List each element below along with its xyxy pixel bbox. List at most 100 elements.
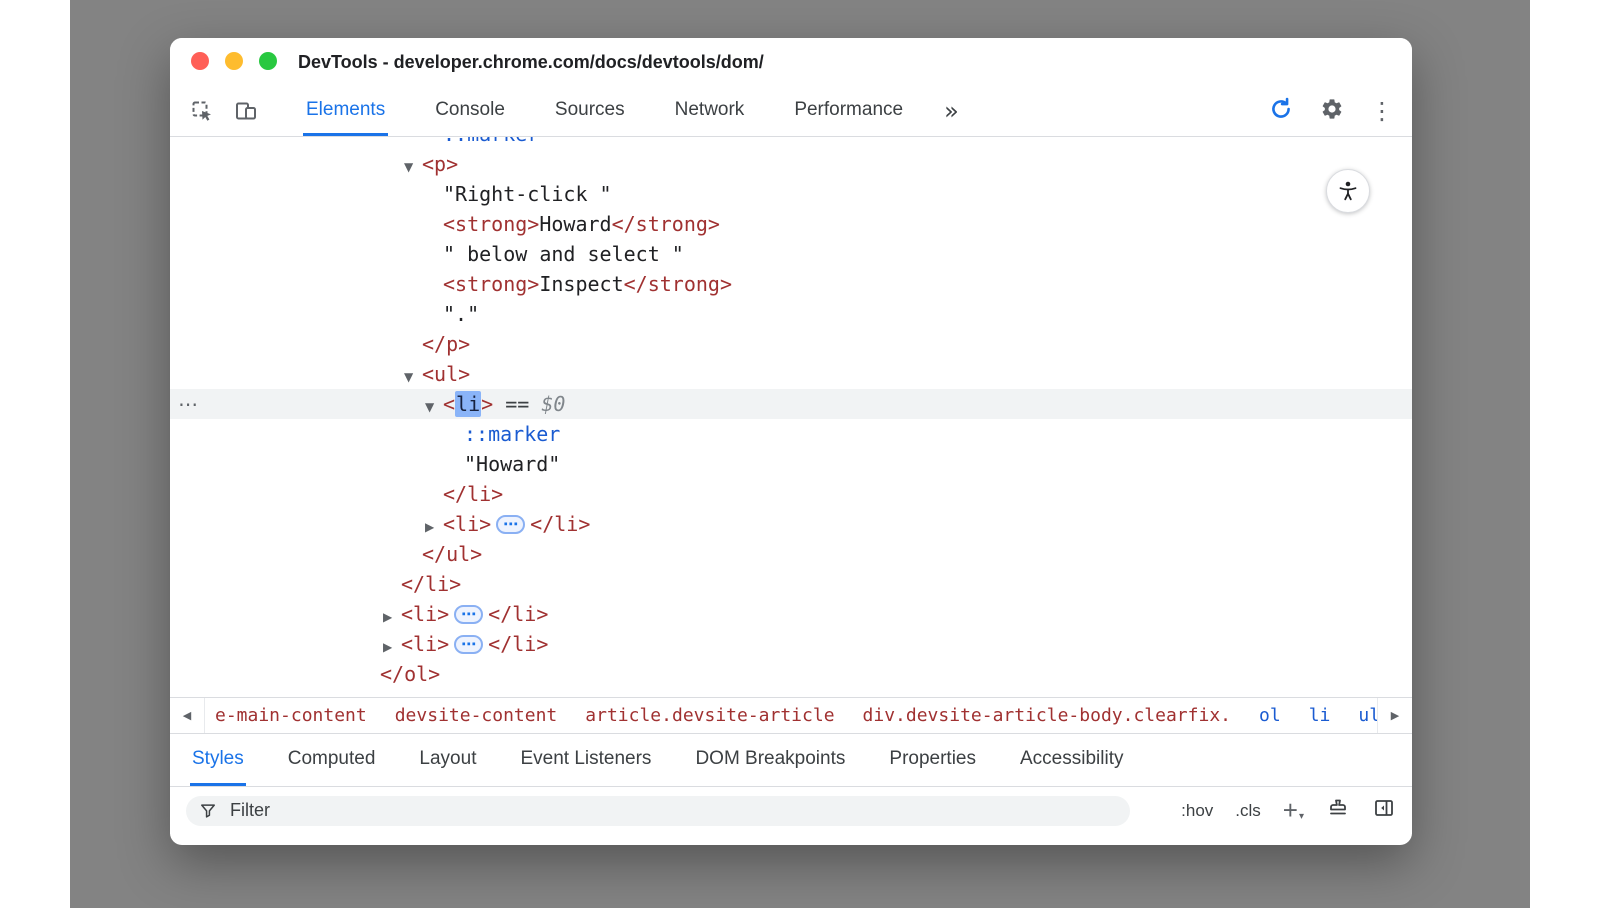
breadcrumb-bar: ◀ e-main-content devsite-content article.d… <box>170 697 1412 734</box>
breadcrumb-item[interactable]: article.devsite-article <box>585 705 834 726</box>
tree-row[interactable]: ▼<p> <box>170 149 1412 179</box>
breadcrumb-item[interactable]: li <box>1309 705 1331 726</box>
sidebar-tab-dom-breakpoints[interactable]: DOM Breakpoints <box>693 734 847 786</box>
breadcrumb-prev-button[interactable]: ◀ <box>170 698 205 733</box>
breadcrumb-item[interactable]: ul <box>1358 705 1377 726</box>
collapse-arrow-icon[interactable]: ▶ <box>383 602 401 632</box>
tree-row[interactable]: ::marker <box>170 419 1412 449</box>
chevron-left-icon: ◀ <box>183 709 191 722</box>
more-actions-icon[interactable]: ⋯ <box>178 389 198 419</box>
sidebar-tab-layout[interactable]: Layout <box>417 734 478 786</box>
tree-row[interactable]: ⋯▼<li> == $0 <box>170 389 1412 419</box>
breadcrumb-item[interactable]: div.devsite-article-body.clearfix. <box>863 705 1231 726</box>
breadcrumb-item[interactable]: e-main-content <box>215 705 367 726</box>
settings-button[interactable] <box>1320 97 1344 126</box>
kebab-menu-icon[interactable]: ⋮ <box>1370 99 1394 123</box>
tree-node-text: </p> <box>422 332 470 356</box>
breadcrumb-next-button[interactable]: ▶ <box>1377 698 1412 733</box>
sidebar-tab-event-listeners[interactable]: Event Listeners <box>518 734 653 786</box>
device-toolbar-button[interactable] <box>234 99 258 123</box>
tab-network[interactable]: Network <box>672 86 748 136</box>
breadcrumb: e-main-content devsite-content article.dev… <box>205 702 1377 729</box>
tab-performance[interactable]: Performance <box>791 86 906 136</box>
tree-row[interactable]: <strong>Inspect</strong> <box>170 269 1412 299</box>
inline-expand-button[interactable]: ⋯ <box>454 635 483 654</box>
selected-tag-name: li <box>455 391 481 417</box>
filter-field[interactable] <box>186 796 1130 826</box>
expand-arrow-icon[interactable]: ▼ <box>404 152 422 182</box>
accessibility-button[interactable] <box>1326 169 1370 213</box>
expand-arrow-icon[interactable]: ▼ <box>425 392 443 422</box>
breadcrumb-item[interactable]: ol <box>1259 705 1281 726</box>
accessibility-icon <box>1336 179 1360 203</box>
zoom-traffic-light[interactable] <box>259 52 277 70</box>
tree-node-text: <ul> <box>422 362 470 386</box>
inline-expand-button[interactable]: ⋯ <box>496 515 525 534</box>
tree-node-text: Howard <box>539 212 611 236</box>
tree-node-text: ::marker <box>443 137 539 146</box>
styles-toolbar-actions: :hov .cls + ▾ <box>1181 796 1396 825</box>
tree-node-text: <li> <box>401 632 449 656</box>
inspect-element-button[interactable] <box>190 99 214 123</box>
tree-row[interactable]: "Howard" <box>170 449 1412 479</box>
settings-gear-icon <box>1320 97 1344 121</box>
sidebar-tab-styles[interactable]: Styles <box>190 734 246 786</box>
tree-row[interactable]: ▶<li>⋯</li> <box>170 599 1412 629</box>
tree-node-text: "." <box>443 302 479 326</box>
element-classes-button[interactable]: .cls <box>1235 801 1261 821</box>
tree-row[interactable]: "." <box>170 299 1412 329</box>
chevron-down-icon: ▾ <box>1299 811 1304 822</box>
collapse-arrow-icon[interactable]: ▶ <box>383 632 401 662</box>
dom-tree-panel: ::marker▼<p>"Right-click "<strong>Howard… <box>170 137 1412 697</box>
filter-funnel-icon <box>198 801 218 821</box>
breadcrumb-item[interactable]: devsite-content <box>395 705 558 726</box>
title-bar: DevTools - developer.chrome.com/docs/dev… <box>170 38 1412 86</box>
inspect-icon <box>190 99 214 123</box>
tree-node-text: </strong> <box>624 272 732 296</box>
tree-node-text: < <box>443 392 455 416</box>
tree-row[interactable]: </ol> <box>170 659 1412 689</box>
tree-row[interactable]: "Right-click " <box>170 179 1412 209</box>
tree-node-text: <li> <box>443 512 491 536</box>
tree-row[interactable]: ::marker <box>170 137 1412 149</box>
tree-row[interactable]: </li> <box>170 479 1412 509</box>
tree-row[interactable]: ▶<li> ⋯ </li> <box>170 629 1412 659</box>
inline-expand-button[interactable]: ⋯ <box>454 605 483 624</box>
panel-tabs: Elements Console Sources Network Performance <box>303 86 906 136</box>
sync-icon <box>1268 96 1294 122</box>
tree-row[interactable]: ▶<li> ⋯ </li> <box>170 509 1412 539</box>
minimize-traffic-light[interactable] <box>225 52 243 70</box>
sidebar-tab-properties[interactable]: Properties <box>887 734 978 786</box>
tree-row[interactable]: ▼<ul> <box>170 359 1412 389</box>
tab-elements[interactable]: Elements <box>303 86 388 136</box>
sidebar-tab-computed[interactable]: Computed <box>286 734 378 786</box>
toggle-element-state-button[interactable]: :hov <box>1181 801 1213 821</box>
toggle-sidebar-button[interactable] <box>1372 796 1396 825</box>
devtools-window: DevTools - developer.chrome.com/docs/dev… <box>170 38 1412 845</box>
filter-input[interactable] <box>228 799 1118 822</box>
sync-button[interactable] <box>1268 96 1294 127</box>
tree-row[interactable]: </li> <box>170 569 1412 599</box>
tree-row[interactable]: <strong>Howard</strong> <box>170 209 1412 239</box>
devtools-tab-bar: Elements Console Sources Network Performance… <box>170 86 1412 137</box>
tab-sources[interactable]: Sources <box>552 86 628 136</box>
collapse-arrow-icon[interactable]: ▶ <box>425 512 443 542</box>
tree-row[interactable]: </p> <box>170 329 1412 359</box>
sidebar-tab-accessibility[interactable]: Accessibility <box>1018 734 1125 786</box>
tree-row[interactable]: " below and select " <box>170 239 1412 269</box>
tree-row[interactable]: </ul> <box>170 539 1412 569</box>
tree-node-text: $0 <box>541 392 565 416</box>
tree-node-text: </li> <box>530 512 590 536</box>
tab-bar-right-actions: ⋮ <box>1268 86 1394 136</box>
tree-node-text: </ul> <box>422 542 482 566</box>
new-style-rule-button[interactable]: + ▾ <box>1283 799 1304 822</box>
window-title: DevTools - developer.chrome.com/docs/dev… <box>298 38 764 86</box>
expand-arrow-icon[interactable]: ▼ <box>404 362 422 392</box>
tree-node-text: </li> <box>488 632 548 656</box>
tab-console[interactable]: Console <box>432 86 508 136</box>
rendering-emulation-button[interactable] <box>1326 796 1350 825</box>
close-traffic-light[interactable] <box>191 52 209 70</box>
tree-node-text: <p> <box>422 152 458 176</box>
more-tabs-button[interactable]: » <box>944 86 959 136</box>
tree-node-text: </strong> <box>612 212 720 236</box>
